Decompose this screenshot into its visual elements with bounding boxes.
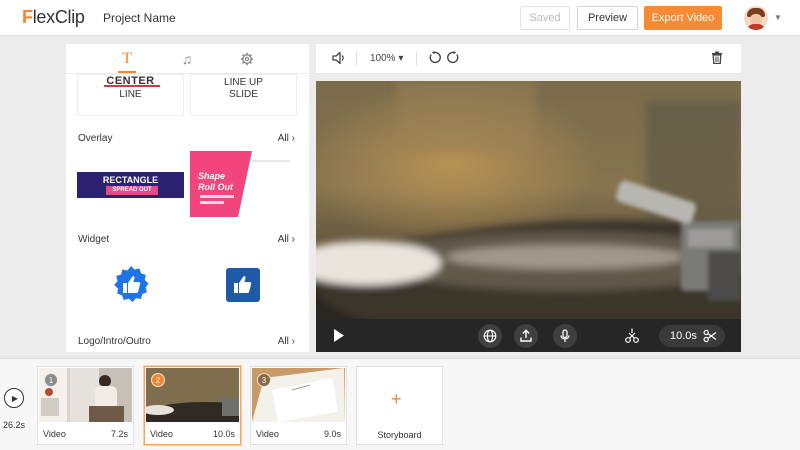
toolbar-divider <box>416 52 417 66</box>
user-avatar[interactable] <box>744 6 768 30</box>
flexclip-logo[interactable]: FlexClip <box>22 7 85 28</box>
clip-type: Video <box>43 429 66 439</box>
storyboard-timeline: ▶ 26.2s 1 Video 7.2s 2 Video 10.0s 3 Vid… <box>0 358 800 450</box>
clip-duration: 10.0s <box>212 429 235 439</box>
timeline-clip-1[interactable]: 1 Video 7.2s <box>37 366 134 445</box>
timeline-clip-2[interactable]: 2 Video 10.0s <box>144 366 241 445</box>
export-video-button[interactable]: Export Video <box>644 6 722 30</box>
chevron-right-icon: › <box>291 336 295 347</box>
all-label: All <box>277 133 289 144</box>
active-tab-indicator <box>118 71 136 73</box>
logo-text: lexClip <box>32 7 85 27</box>
vinyl-record-image <box>316 81 741 319</box>
clip-type: Video <box>150 429 173 439</box>
zoom-dropdown[interactable]: 100% ▾ <box>370 53 403 64</box>
project-name[interactable]: Project Name <box>103 11 176 25</box>
clip-number-badge: 3 <box>257 373 271 387</box>
clip-duration[interactable]: 10.0s <box>659 325 725 347</box>
clip-thumbnail: 3 <box>252 368 345 422</box>
total-duration: 26.2s <box>3 420 26 430</box>
red-underline <box>104 85 160 87</box>
clip-type: Video <box>256 429 279 439</box>
all-label: All <box>277 234 289 245</box>
plus-icon: + <box>391 389 402 409</box>
all-label: All <box>277 336 289 347</box>
preview-button[interactable]: Preview <box>577 6 638 30</box>
thumbs-up-icon <box>114 266 149 302</box>
tile-line2: Roll Out <box>198 182 233 192</box>
tile-line2: LINE <box>119 89 142 100</box>
gear-icon[interactable] <box>237 50 257 68</box>
microphone-icon[interactable] <box>553 324 577 348</box>
caret-down-icon: ▾ <box>398 53 404 64</box>
volume-icon[interactable] <box>332 51 346 68</box>
chevron-right-icon: › <box>291 234 295 245</box>
logo-mark: F <box>22 7 33 27</box>
play-all-button[interactable]: ▶ <box>4 388 24 408</box>
tile-line2: SLIDE <box>229 89 258 100</box>
element-panel: T ♫ CENTER LINE LINE UP SLIDE Overlay Al… <box>66 44 309 352</box>
tile-line1: LINE UP <box>224 77 263 88</box>
saved-button: Saved <box>520 6 570 30</box>
music-icon[interactable]: ♫ <box>177 50 197 68</box>
scissors-icon <box>703 329 717 346</box>
globe-icon[interactable] <box>478 324 502 348</box>
chevron-down-icon[interactable]: ▼ <box>774 13 782 22</box>
tile-line2: SPREAD OUT <box>106 186 158 195</box>
overlay-tile-rectangle[interactable]: RECTANGLE SPREAD OUT <box>77 151 184 217</box>
top-bar: FlexClip Project Name Saved Preview Expo… <box>0 0 800 36</box>
video-preview[interactable] <box>316 81 741 319</box>
add-storyboard-button[interactable]: + Storyboard <box>356 366 443 445</box>
widget-all-link[interactable]: All › <box>278 234 295 245</box>
clip-thumbnail: 1 <box>39 368 132 422</box>
section-widget-label: Widget <box>78 234 110 245</box>
redo-icon[interactable] <box>447 51 460 67</box>
preview-toolbar: 100% ▾ <box>316 44 741 74</box>
widget-tile-like-square[interactable] <box>190 252 297 318</box>
widget-tile-like-badge[interactable] <box>77 252 184 318</box>
text-tile-line-up-slide[interactable]: LINE UP SLIDE <box>190 74 297 116</box>
overlay-tile-shape-roll-out[interactable]: Shape Roll Out <box>190 151 297 217</box>
thumbs-up-icon <box>226 268 260 302</box>
tile-line1: RECTANGLE <box>102 175 159 185</box>
overlay-all-link[interactable]: All › <box>278 133 295 144</box>
toolbar-divider <box>356 52 357 66</box>
clip-duration: 7.2s <box>110 429 128 439</box>
zoom-value: 100% <box>370 53 396 64</box>
video-controls: 10.0s <box>316 319 741 352</box>
clip-number-badge: 2 <box>151 373 165 387</box>
trash-icon[interactable] <box>711 51 723 67</box>
duration-value: 10.0s <box>670 330 697 342</box>
panel-tabs: T ♫ <box>66 44 309 74</box>
tile-line1: Shape <box>198 171 226 181</box>
upload-icon[interactable] <box>514 324 538 348</box>
logo-all-link[interactable]: All › <box>278 336 295 347</box>
text-tile-center-line[interactable]: CENTER LINE <box>77 74 184 116</box>
timeline-clip-3[interactable]: 3 Video 9.0s <box>250 366 347 445</box>
section-overlay-label: Overlay <box>78 133 113 144</box>
chevron-right-icon: › <box>291 133 295 144</box>
undo-icon[interactable] <box>428 51 441 67</box>
storyboard-label: Storyboard <box>377 430 422 440</box>
split-icon[interactable] <box>624 328 640 349</box>
section-logo-label: Logo/Intro/Outro <box>78 336 151 347</box>
clip-duration: 9.0s <box>323 429 341 439</box>
play-icon[interactable] <box>332 328 346 348</box>
clip-thumbnail: 2 <box>146 368 239 422</box>
text-icon[interactable]: T <box>117 50 137 68</box>
clip-number-badge: 1 <box>44 373 58 387</box>
